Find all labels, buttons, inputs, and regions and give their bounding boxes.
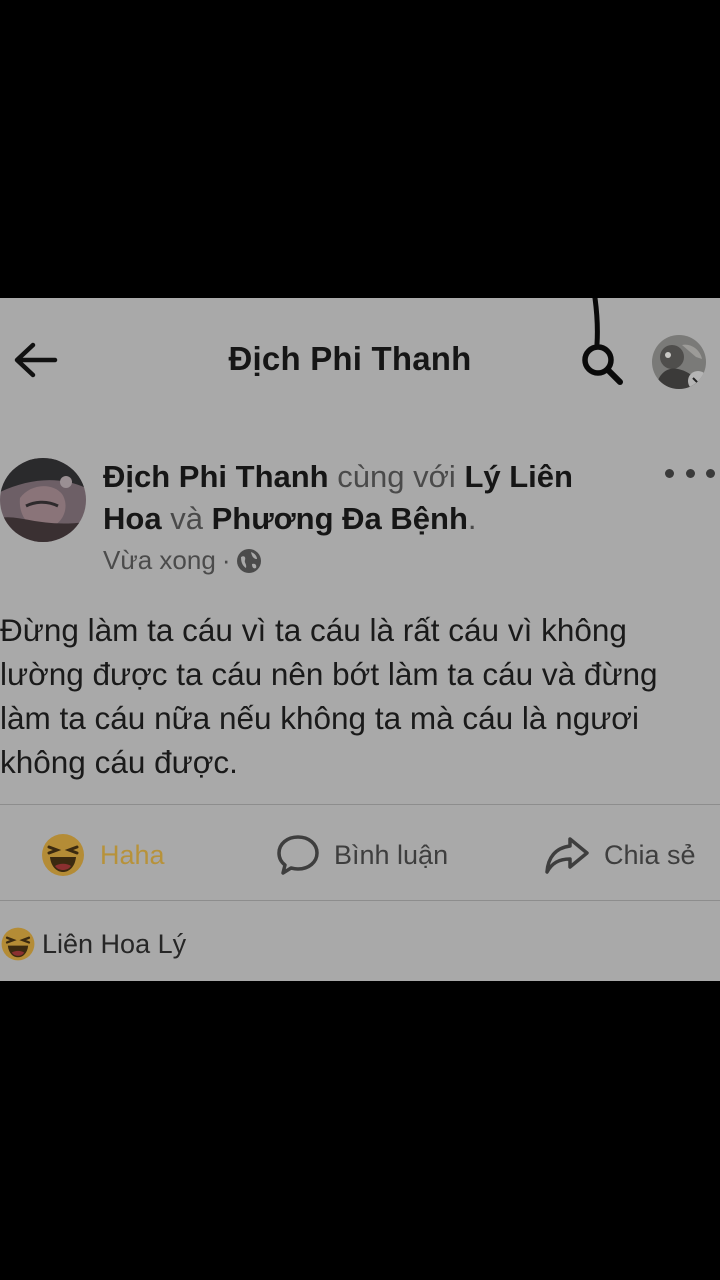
- haha-label: Haha: [100, 839, 165, 870]
- separator-dot: ·: [221, 545, 231, 575]
- chevron-down-icon: [688, 371, 706, 389]
- post-line: không cáu được.: [0, 744, 238, 780]
- search-button[interactable]: [572, 295, 632, 388]
- author-name[interactable]: Địch Phi Thanh: [103, 459, 329, 494]
- period: .: [467, 501, 477, 536]
- tagged-user-2[interactable]: Phương Đa Bệnh: [212, 501, 468, 536]
- post-line: làm ta cáu nữa nếu không ta mà cáu là ng…: [0, 700, 639, 736]
- post-line: lường được ta cáu nên bớt làm ta cáu và …: [0, 656, 658, 692]
- share-icon: [544, 833, 590, 877]
- page-title: Địch Phi Thanh: [228, 340, 472, 377]
- reaction-people: Liên Hoa Lý: [42, 928, 187, 959]
- screen: Địch Phi Thanh Địch Phi Thanh cùng với L…: [0, 0, 720, 1280]
- divider: [0, 804, 720, 805]
- haha-emoji-icon: [0, 926, 36, 962]
- dot-icon: [665, 468, 674, 478]
- dot-icon: [685, 468, 695, 478]
- post-line: Đừng làm ta cáu vì ta cáu là rất cáu vì …: [0, 612, 627, 648]
- arrow-left-icon: [14, 342, 58, 378]
- more-options-button[interactable]: [665, 458, 715, 488]
- share-label: Chia sẻ: [604, 839, 696, 870]
- top-bar: Địch Phi Thanh: [0, 295, 720, 424]
- comment-icon: [276, 833, 320, 877]
- haha-button[interactable]: Haha: [40, 828, 165, 882]
- with-text: cùng với: [337, 459, 456, 494]
- post-timestamp: Vừa xong ·: [103, 545, 262, 576]
- author-avatar[interactable]: [0, 458, 86, 542]
- profile-avatar[interactable]: [652, 335, 706, 389]
- and-text: và: [170, 501, 203, 536]
- reaction-summary[interactable]: Liên Hoa Lý: [0, 922, 186, 966]
- post-card: Địch Phi Thanh Địch Phi Thanh cùng với L…: [0, 295, 720, 981]
- search-icon: [582, 295, 623, 385]
- share-button[interactable]: Chia sẻ: [544, 828, 696, 882]
- comment-button[interactable]: Bình luận: [276, 828, 448, 882]
- globe-icon: [237, 548, 262, 573]
- divider: [0, 900, 720, 901]
- haha-emoji-icon: [40, 832, 86, 878]
- time-text[interactable]: Vừa xong: [103, 545, 216, 576]
- author-avatar-image: [0, 458, 86, 542]
- tagged-user-1-line2[interactable]: Hoa: [103, 501, 162, 536]
- post-header-text: Địch Phi Thanh cùng với Lý Liên Hoa và P…: [103, 456, 623, 540]
- post-content: Đừng làm ta cáu vì ta cáu là rất cáu vì …: [0, 608, 712, 784]
- comment-label: Bình luận: [334, 839, 449, 870]
- tagged-user-1-line1[interactable]: Lý Liên: [464, 459, 573, 494]
- back-button[interactable]: [8, 336, 62, 384]
- dot-icon: [706, 468, 715, 478]
